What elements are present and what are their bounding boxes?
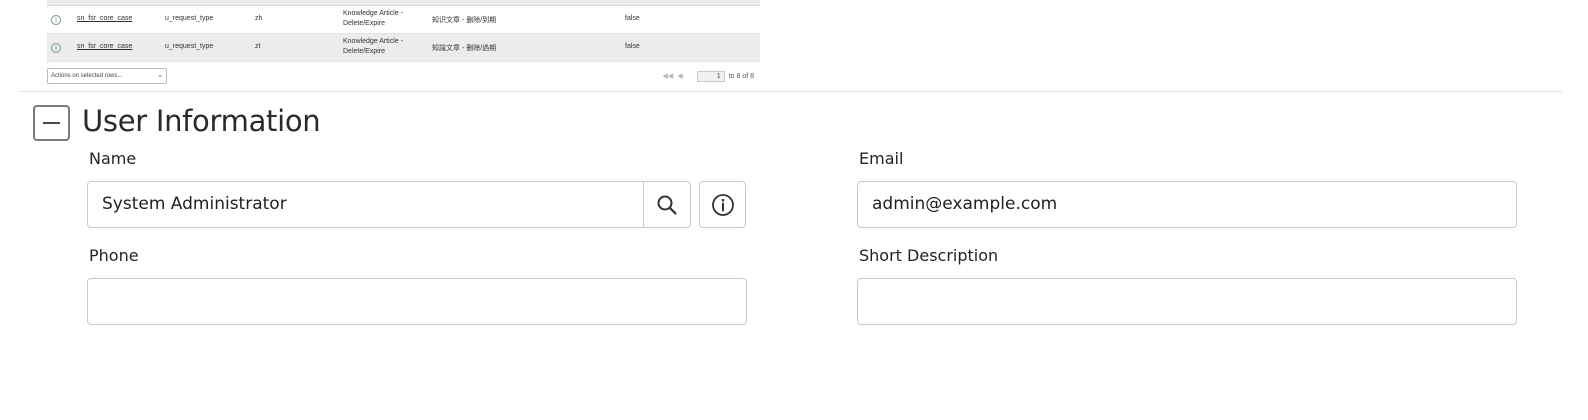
cell-flag: false: [625, 43, 640, 50]
search-icon: [657, 195, 677, 215]
email-label: Email: [859, 149, 904, 168]
cell-label: Knowledge Article - Delete/Expire: [343, 38, 403, 55]
minus-icon: [43, 122, 60, 124]
table-row[interactable]: i sn_fsr_core_case u_request_type zt Kno…: [47, 34, 760, 62]
phone-label: Phone: [89, 246, 139, 265]
name-field[interactable]: System Administrator: [87, 181, 644, 228]
cell-element: u_request_type: [165, 43, 214, 50]
cell-table-link[interactable]: sn_fsr_core_case: [77, 15, 132, 22]
section-title: User Information: [82, 104, 321, 138]
info-icon[interactable]: i: [51, 43, 61, 53]
first-page-icon[interactable]: ◀◀: [663, 72, 674, 80]
section-divider: [20, 91, 1562, 92]
actions-select-value: Actions on selected rows...: [51, 73, 123, 79]
cell-value: 知识文章 - 删除/到期: [432, 17, 497, 24]
phone-field[interactable]: [87, 278, 747, 325]
cell-flag: false: [625, 15, 640, 22]
lookup-button[interactable]: [643, 181, 691, 228]
actions-select[interactable]: Actions on selected rows... ⌄: [47, 68, 167, 84]
info-icon[interactable]: i: [51, 15, 61, 25]
short-description-field[interactable]: [857, 278, 1517, 325]
name-label: Name: [89, 149, 137, 168]
email-field[interactable]: admin@example.com: [857, 181, 1517, 228]
pagination: ◀◀ ◀ 1 to 8 of 8: [663, 69, 754, 83]
cell-language: zt: [255, 43, 261, 50]
table-footer: Actions on selected rows... ⌄ ◀◀ ◀ 1 to …: [47, 62, 760, 90]
page-range-text: to 8 of 8: [728, 72, 754, 80]
page-number-input[interactable]: 1: [696, 70, 725, 82]
table-row[interactable]: i sn_fsr_core_case u_request_type zh Kno…: [47, 6, 760, 34]
short-description-label: Short Description: [859, 246, 999, 265]
info-button[interactable]: [699, 181, 746, 228]
cell-value: 知識文章 - 刪除/過期: [432, 45, 497, 52]
chevron-down-icon: ⌄: [157, 72, 163, 79]
cell-language: zh: [255, 15, 263, 22]
info-icon: [711, 193, 734, 216]
cell-element: u_request_type: [165, 15, 214, 22]
collapse-section-button[interactable]: [33, 105, 70, 141]
previous-page-icon[interactable]: ◀: [677, 72, 682, 80]
related-list: i sn_fsr_core_case u_request_type zh Kno…: [47, 0, 760, 90]
cell-label: Knowledge Article - Delete/Expire: [343, 10, 403, 27]
cell-table-link[interactable]: sn_fsr_core_case: [77, 43, 132, 50]
